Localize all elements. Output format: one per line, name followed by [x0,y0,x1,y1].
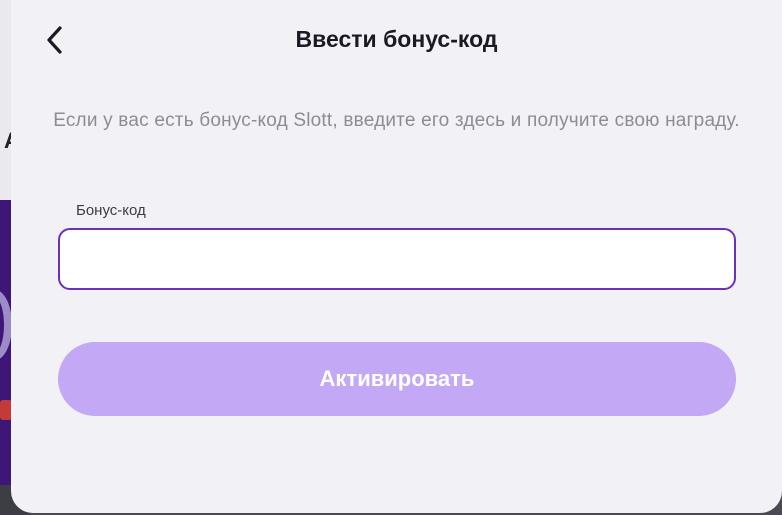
modal-title: Ввести бонус-код [295,26,498,52]
activate-button[interactable]: Активировать [58,342,736,416]
modal-description: Если у вас есть бонус-код Slott, введите… [53,110,740,131]
bonus-code-label: Бонус-код [76,202,146,219]
bonus-code-input[interactable] [58,228,736,290]
bonus-code-modal: Ввести бонус-код Если у вас есть бонус-к… [11,0,782,513]
